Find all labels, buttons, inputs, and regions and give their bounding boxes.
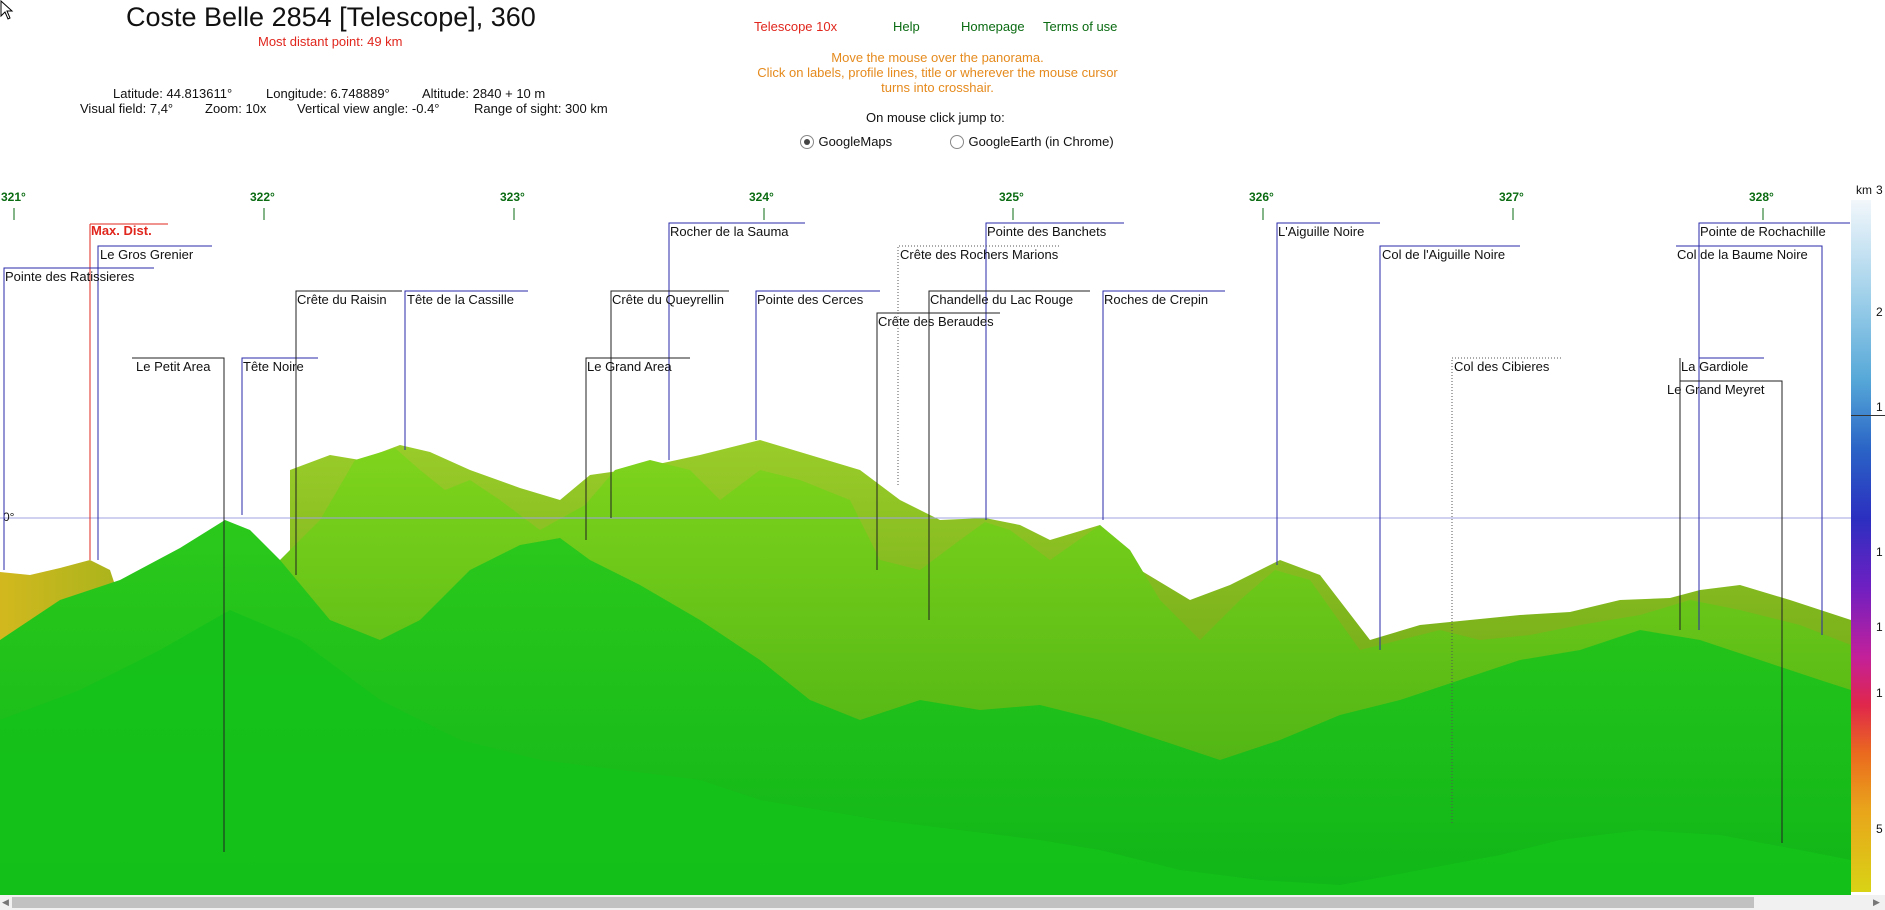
colorbar-label-6: 1 [1876,686,1883,700]
peak-petit-area[interactable]: Le Petit Area [136,359,210,374]
peak-pointe-banchets[interactable]: Pointe des Banchets [987,224,1106,239]
altitude-colorbar [1851,200,1871,892]
peak-crete-raisin[interactable]: Crête du Raisin [297,292,387,307]
colorbar-label-3: 1 [1876,400,1883,414]
peak-grand-area[interactable]: Le Grand Area [587,359,672,374]
peak-crete-rochers-marions[interactable]: Crête des Rochers Marions [900,247,1058,262]
scroll-left-icon[interactable]: ◀ [2,897,9,908]
colorbar-label-5: 1 [1876,620,1883,634]
peak-crete-queyrellin[interactable]: Crête du Queyrellin [612,292,724,307]
peak-gros-grenier[interactable]: Le Gros Grenier [100,247,193,262]
peak-rocher-sauma[interactable]: Rocher de la Sauma [670,224,789,239]
colorbar-marker [1851,415,1885,416]
peak-tete-cassille[interactable]: Tête de la Cassille [407,292,514,307]
peak-la-gardiole[interactable]: La Gardiole [1681,359,1748,374]
colorbar-label-7: 5 [1876,822,1883,836]
peak-pointe-ratissieres[interactable]: Pointe des Ratissieres [5,269,134,284]
colorbar-label-1: 3 [1876,183,1883,197]
peak-chandelle-lac-rouge[interactable]: Chandelle du Lac Rouge [930,292,1073,307]
colorbar-unit: km [1856,183,1872,197]
max-dist-label[interactable]: Max. Dist. [91,223,152,238]
peak-pointe-rochachille[interactable]: Pointe de Rochachille [1700,224,1826,239]
peak-aiguille-noire[interactable]: L'Aiguille Noire [1278,224,1364,239]
peak-grand-meyret[interactable]: Le Grand Meyret [1667,382,1765,397]
peak-roches-crepin[interactable]: Roches de Crepin [1104,292,1208,307]
peak-pointe-cerces[interactable]: Pointe des Cerces [757,292,863,307]
peak-col-aiguille-noire[interactable]: Col de l'Aiguille Noire [1382,247,1505,262]
peak-crete-beraudes[interactable]: Crête des Beraudes [878,314,994,329]
colorbar-label-2: 2 [1876,305,1883,319]
label-lines [3,208,1850,852]
peak-col-baume-noire[interactable]: Col de la Baume Noire [1677,247,1808,262]
colorbar-label-4: 1 [1876,545,1883,559]
scroll-right-icon[interactable]: ▶ [1873,897,1880,908]
scrollbar-thumb[interactable] [12,897,1754,908]
peak-col-cibieres[interactable]: Col des Cibieres [1454,359,1549,374]
peak-tete-noire[interactable]: Tête Noire [243,359,304,374]
